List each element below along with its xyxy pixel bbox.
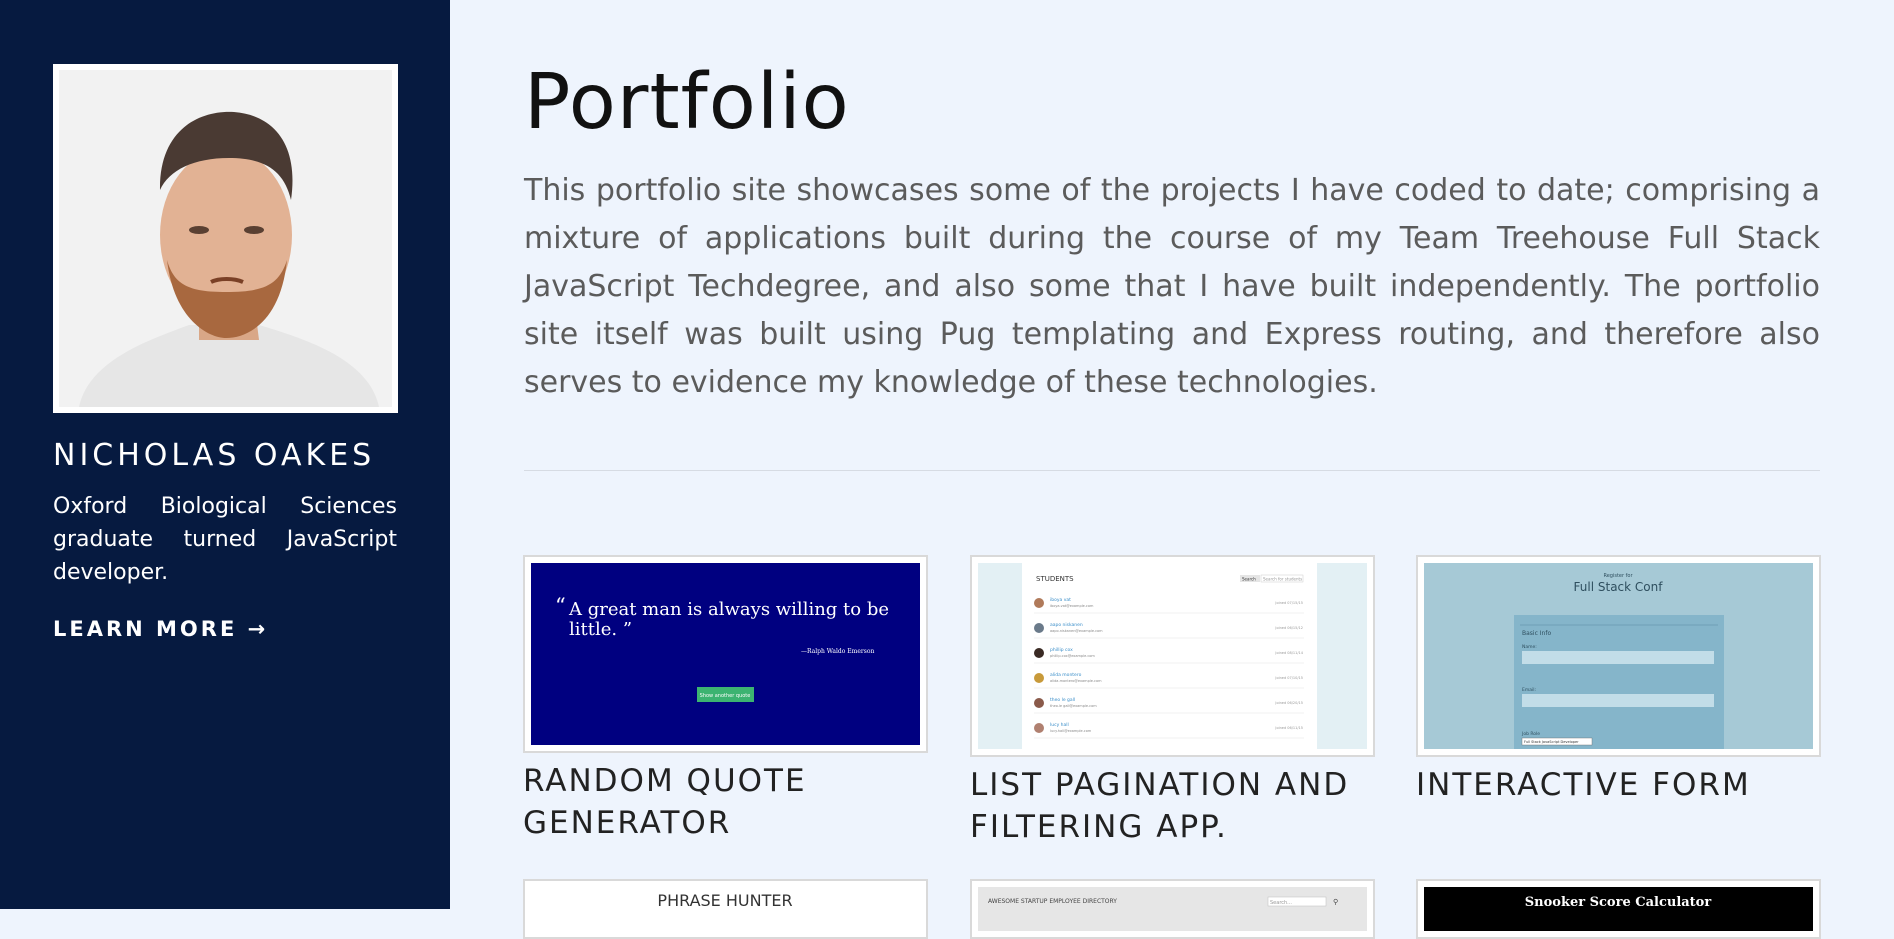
project-thumbnail[interactable]: STUDENTS Search Search for students iboy…	[970, 555, 1375, 757]
student-joined: Joined 06/20/15	[1274, 701, 1303, 705]
students-screenshot: STUDENTS Search Search for students iboy…	[978, 563, 1367, 749]
svg-text:Basic Info: Basic Info	[1522, 630, 1551, 637]
quote-text-line-2: little. ”	[569, 619, 632, 640]
main-content: Portfolio This portfolio site showcases …	[450, 0, 1894, 939]
svg-text:“: “	[555, 594, 566, 618]
student-avatar	[1034, 698, 1044, 708]
student-joined: Joined 07/10/15	[1274, 676, 1303, 680]
quote-screenshot: “ A great man is always willing to be li…	[531, 563, 920, 745]
student-email: aapo.niskanen@example.com	[1050, 629, 1103, 633]
svg-text:Search for students: Search for students	[1263, 577, 1302, 582]
student-name: theo le gall	[1050, 697, 1075, 703]
svg-text:Full Stack JavaScript Develope: Full Stack JavaScript Developer	[1524, 740, 1579, 744]
svg-text:Name:: Name:	[1522, 644, 1537, 650]
divider	[524, 470, 1820, 471]
project-card-phrase-hunter[interactable]: PHRASE HUNTER	[523, 879, 928, 939]
student-avatar	[1034, 648, 1044, 658]
project-thumbnail[interactable]: Snooker Score Calculator	[1416, 879, 1821, 939]
sidebar: NICHOLAS OAKES Oxford Biological Science…	[0, 0, 450, 909]
project-title[interactable]: RANDOM QUOTE GENERATOR	[523, 760, 928, 844]
students-heading: STUDENTS	[1036, 575, 1074, 583]
student-joined: Joined 06/15/12	[1274, 626, 1303, 630]
project-card-snooker-calculator[interactable]: Snooker Score Calculator	[1416, 879, 1821, 939]
quote-author: —Ralph Waldo Emerson	[801, 648, 874, 655]
project-title[interactable]: INTERACTIVE FORM	[1416, 764, 1821, 806]
student-email: iboya.vat@example.com	[1050, 604, 1094, 608]
form-screenshot: Register for Full Stack Conf Basic Info …	[1424, 563, 1813, 749]
svg-text:Full Stack Conf: Full Stack Conf	[1574, 580, 1664, 594]
profile-photo	[53, 64, 398, 413]
svg-text:Search: Search	[1242, 577, 1256, 582]
intro-paragraph: This portfolio site showcases some of th…	[524, 173, 1820, 400]
student-email: lucy.hall@example.com	[1050, 729, 1092, 733]
student-joined: Joined 06/11/15	[1274, 726, 1303, 730]
student-name: alida montero	[1050, 672, 1082, 678]
svg-text:Snooker Score Calculator: Snooker Score Calculator	[1525, 895, 1712, 910]
profile-name: NICHOLAS OAKES	[53, 438, 376, 473]
student-email: theo.le gall@example.com	[1050, 704, 1097, 708]
project-card-employee-directory[interactable]: AWESOME STARTUP EMPLOYEE DIRECTORY Searc…	[970, 879, 1375, 939]
svg-text:AWESOME STARTUP EMPLOYEE DIREC: AWESOME STARTUP EMPLOYEE DIRECTORY	[988, 898, 1117, 905]
svg-text:Register for: Register for	[1603, 573, 1633, 579]
svg-text:Email:: Email:	[1522, 687, 1536, 693]
project-thumbnail[interactable]: Register for Full Stack Conf Basic Info …	[1416, 555, 1821, 757]
student-name: phillip cox	[1050, 647, 1073, 653]
student-avatar	[1034, 598, 1044, 608]
project-thumbnail[interactable]: PHRASE HUNTER	[523, 879, 928, 939]
student-joined: Joined 08/11/14	[1274, 651, 1303, 655]
portrait-image	[59, 70, 392, 407]
svg-text:⚲: ⚲	[1333, 898, 1338, 906]
svg-text:Job Role: Job Role	[1521, 731, 1540, 737]
profile-bio: Oxford Biological Sciences graduate turn…	[53, 494, 397, 585]
student-avatar	[1034, 723, 1044, 733]
student-name: lucy hall	[1050, 722, 1069, 728]
project-thumbnail[interactable]: “ A great man is always willing to be li…	[523, 555, 928, 753]
avatar	[59, 70, 392, 407]
student-name: iboya vat	[1050, 597, 1071, 603]
page-title: Portfolio	[524, 58, 850, 147]
employee-directory-screenshot: AWESOME STARTUP EMPLOYEE DIRECTORY Searc…	[978, 887, 1367, 931]
student-joined: Joined 07/15/15	[1274, 601, 1303, 605]
learn-more-link[interactable]: LEARN MORE →	[53, 617, 268, 641]
student-email: phillip.cox@example.com	[1050, 654, 1095, 658]
phrase-hunter-screenshot: PHRASE HUNTER	[531, 887, 920, 931]
student-email: alida.montero@example.com	[1050, 679, 1102, 683]
project-card-list-pagination[interactable]: STUDENTS Search Search for students iboy…	[970, 555, 1375, 845]
student-avatar	[1034, 673, 1044, 683]
project-card-interactive-form[interactable]: Register for Full Stack Conf Basic Info …	[1416, 555, 1821, 845]
show-quote-label: Show another quote	[700, 693, 751, 699]
svg-text:Search...: Search...	[1270, 900, 1292, 906]
svg-text:PHRASE HUNTER: PHRASE HUNTER	[657, 891, 792, 910]
student-name: aapo niskanen	[1050, 622, 1083, 628]
student-avatar	[1034, 623, 1044, 633]
project-thumbnail[interactable]: AWESOME STARTUP EMPLOYEE DIRECTORY Searc…	[970, 879, 1375, 939]
quote-text-line-1: A great man is always willing to be	[568, 599, 889, 620]
snooker-screenshot: Snooker Score Calculator	[1424, 887, 1813, 931]
project-card-random-quote[interactable]: “ A great man is always willing to be li…	[523, 555, 928, 845]
project-title[interactable]: LIST PAGINATION AND FILTERING APP.	[970, 764, 1375, 848]
